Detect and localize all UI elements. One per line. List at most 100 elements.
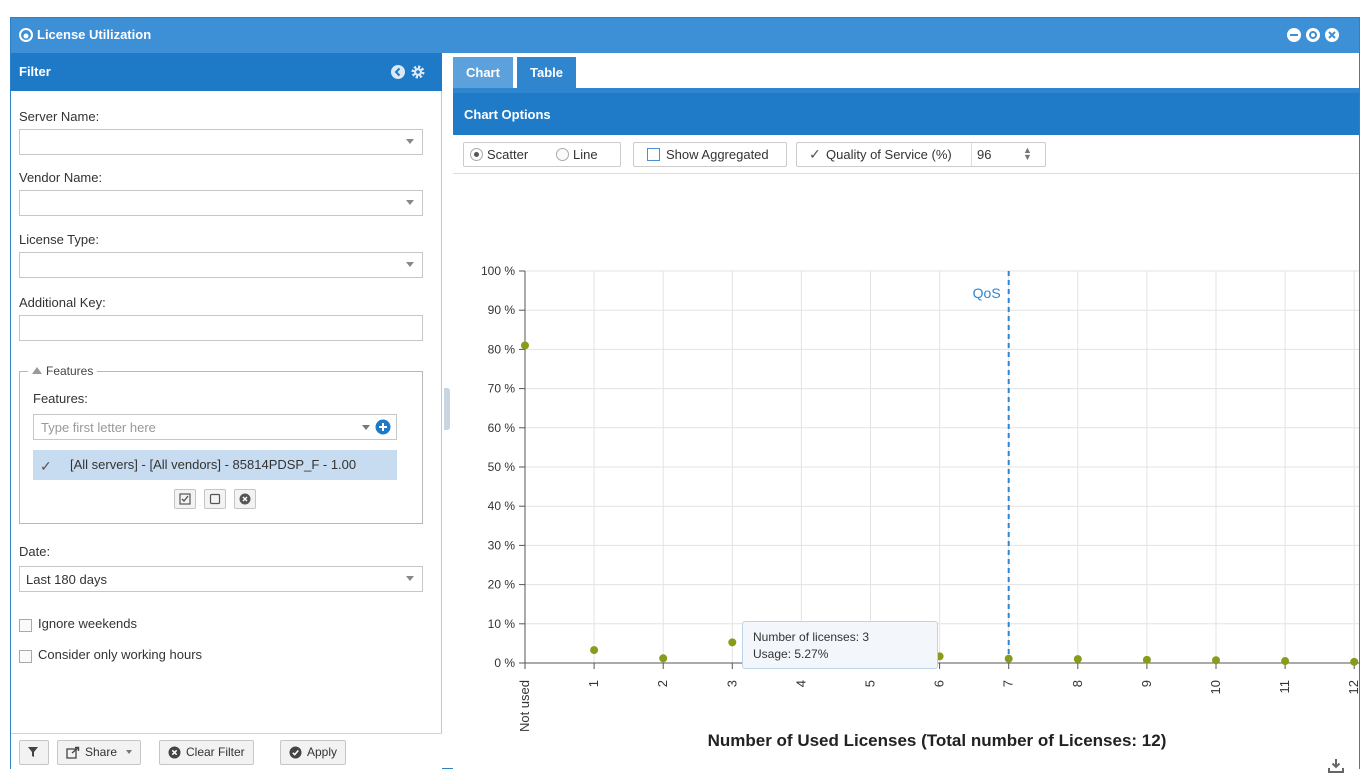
window-titlebar: License Utilization	[11, 18, 1359, 53]
y-tick-label: 70 %	[488, 382, 516, 396]
chevron-down-icon	[406, 200, 414, 205]
gear-icon[interactable]	[410, 64, 426, 80]
show-aggregated-toggle[interactable]: Show Aggregated	[633, 142, 787, 167]
data-point	[1212, 656, 1220, 665]
features-search-input[interactable]: Type first letter here	[33, 414, 397, 440]
chart-area: 0 % 10 % 20 % 30 % 40 % 50 % 60 % 70 % 80 % 90 % 1…	[453, 174, 1361, 773]
date-value: Last 180 days	[26, 572, 107, 587]
data-point	[1350, 657, 1359, 666]
close-icon[interactable]	[1324, 27, 1340, 43]
filter-footer: Share Clear Filter Apply	[11, 733, 442, 770]
vendor-name-combo[interactable]	[19, 190, 423, 216]
share-label: Share	[85, 745, 118, 759]
qos-divider	[971, 143, 972, 166]
features-placeholder: Type first letter here	[41, 420, 156, 435]
background-strip	[0, 0, 1365, 17]
download-icon[interactable]	[1326, 756, 1346, 776]
feature-item-label: [All servers] - [All vendors] - 85814PDS…	[70, 457, 357, 472]
scatter-option[interactable]: Scatter	[470, 143, 528, 166]
y-tick-label: 50 %	[488, 460, 516, 474]
ignore-weekends-label[interactable]: Ignore weekends	[38, 616, 137, 631]
tab-table-label: Table	[530, 65, 563, 80]
chart-options-bar: Scatter Line Show Aggregated ✓ Quality o…	[453, 135, 1359, 174]
qos-checkmark-icon[interactable]: ✓	[809, 143, 821, 166]
working-hours-checkbox[interactable]	[19, 650, 32, 663]
features-group-label: Features	[46, 364, 94, 378]
y-tick-label: 100 %	[481, 264, 515, 278]
spinner-arrows-icon[interactable]: ▲ ▼	[1023, 146, 1032, 162]
panel-splitter-handle[interactable]	[444, 388, 450, 430]
data-point	[659, 654, 668, 663]
server-name-combo[interactable]	[19, 129, 423, 155]
x-tick-label: 8	[1070, 680, 1085, 687]
clear-filter-button[interactable]: Clear Filter	[159, 740, 254, 765]
x-tick-label: 7	[1001, 680, 1016, 687]
share-icon	[66, 746, 80, 759]
working-hours-label[interactable]: Consider only working hours	[38, 647, 202, 662]
features-label: Features:	[33, 391, 88, 406]
show-aggregated-label: Show Aggregated	[666, 147, 769, 162]
chart-mode-group: Scatter Line	[463, 142, 621, 167]
clear-icon	[168, 746, 181, 759]
chevron-down-icon[interactable]	[362, 425, 370, 430]
checkmark-icon: ✓	[40, 458, 52, 474]
x-tick-label: 4	[793, 680, 808, 687]
x-tick-label: 3	[724, 680, 739, 687]
window-title: License Utilization	[37, 27, 152, 42]
filter-header: Filter	[11, 53, 442, 91]
qos-label: QoS	[973, 285, 1001, 301]
apply-button[interactable]: Apply	[280, 740, 347, 765]
tab-chart[interactable]: Chart	[453, 57, 513, 88]
data-point	[728, 638, 737, 647]
chart-options-header: Chart Options	[453, 93, 1359, 135]
y-tick-label: 20 %	[488, 578, 516, 592]
y-tick-label: 40 %	[488, 499, 516, 513]
remove-features-button[interactable]	[234, 489, 256, 509]
x-tick-label: 5	[863, 680, 878, 687]
filter-panel: Filter Server Name: Vendor Name: License…	[11, 53, 442, 770]
y-tick-label: 0 %	[494, 656, 515, 670]
date-label: Date:	[19, 544, 51, 559]
features-group-toggle[interactable]: Features	[28, 364, 98, 378]
chevron-down-icon	[126, 750, 133, 754]
license-type-combo[interactable]	[19, 252, 423, 278]
data-point	[521, 341, 529, 350]
tab-chart-label: Chart	[466, 65, 500, 80]
collapse-left-icon[interactable]	[390, 64, 406, 80]
ignore-weekends-checkbox[interactable]	[19, 619, 32, 632]
qos-value[interactable]: 96	[977, 143, 991, 166]
scatter-radio[interactable]	[470, 148, 483, 161]
tab-table[interactable]: Table	[517, 57, 576, 88]
date-combo[interactable]: Last 180 days	[19, 566, 423, 592]
show-aggregated-checkbox[interactable]	[647, 148, 660, 161]
chart-tooltip: Number of licenses: 3 Usage: 5.27%	[742, 621, 938, 669]
chart-options-title: Chart Options	[464, 107, 551, 122]
additional-key-label: Additional Key:	[19, 295, 106, 310]
check-circle-icon	[289, 746, 302, 759]
apply-label: Apply	[307, 745, 338, 759]
check-all-icon	[179, 493, 191, 505]
feature-list-item[interactable]: ✓ [All servers] - [All vendors] - 85814P…	[33, 450, 397, 480]
select-all-button[interactable]	[174, 489, 196, 509]
funnel-icon	[28, 747, 38, 757]
additional-key-input[interactable]	[19, 315, 423, 341]
x-tick-label: 11	[1277, 680, 1292, 694]
license-type-label: License Type:	[19, 232, 99, 247]
qos-label: Quality of Service (%)	[826, 147, 952, 162]
y-tick-label: 90 %	[488, 303, 516, 317]
line-option[interactable]: Line	[556, 143, 598, 166]
tab-bar: Chart Table	[453, 53, 1359, 93]
line-radio[interactable]	[556, 148, 569, 161]
share-button[interactable]: Share	[57, 740, 142, 765]
line-label: Line	[573, 147, 598, 162]
features-fieldset: Features Features: Type first letter her…	[19, 364, 423, 524]
uncheck-all-icon	[209, 493, 221, 505]
remove-circle-icon	[239, 493, 251, 505]
add-feature-icon[interactable]	[375, 419, 391, 435]
restore-icon[interactable]	[1305, 27, 1321, 43]
minimize-icon[interactable]	[1286, 27, 1302, 43]
data-point	[1004, 654, 1013, 663]
y-tick-label: 80 %	[488, 342, 516, 356]
deselect-all-button[interactable]	[204, 489, 226, 509]
filter-button[interactable]	[19, 740, 49, 765]
